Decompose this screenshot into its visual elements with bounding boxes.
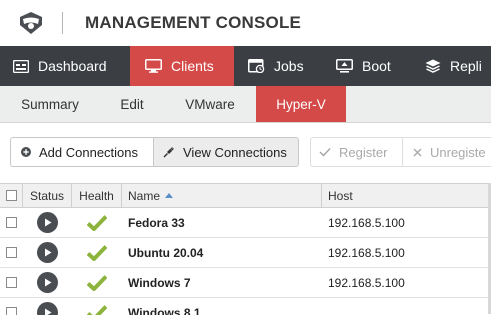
- table-row[interactable]: Windows 7 192.168.5.100: [0, 268, 491, 298]
- table-row[interactable]: Ubuntu 20.04 192.168.5.100: [0, 238, 491, 268]
- status-cell: [23, 238, 72, 267]
- dashboard-icon: [13, 60, 29, 73]
- row-checkbox[interactable]: [6, 277, 17, 288]
- health-check-icon: [87, 305, 107, 315]
- client-host: [322, 298, 491, 315]
- monitor-icon: [145, 59, 162, 73]
- health-cell: [72, 298, 122, 315]
- nav-dashboard[interactable]: Dashboard: [0, 46, 130, 86]
- play-icon[interactable]: [37, 242, 58, 263]
- logo-icon: [18, 11, 44, 35]
- table-row[interactable]: Fedora 33 192.168.5.100: [0, 208, 491, 238]
- nav-boot-label: Boot: [362, 58, 391, 74]
- row-checkbox[interactable]: [6, 217, 17, 228]
- tab-edit[interactable]: Edit: [100, 86, 164, 122]
- client-host: 192.168.5.100: [322, 268, 491, 297]
- table-row[interactable]: Windows 8.1: [0, 298, 491, 315]
- add-connections-label: Add Connections: [39, 145, 138, 160]
- health-check-icon: [87, 215, 107, 231]
- add-connections-button[interactable]: Add Connections: [10, 137, 153, 167]
- nav-dashboard-label: Dashboard: [38, 58, 107, 74]
- header-select-cell: [0, 184, 23, 207]
- play-icon[interactable]: [37, 212, 58, 233]
- health-cell: [72, 268, 122, 297]
- table-header: Status Health Name Host: [0, 184, 491, 208]
- health-cell: [72, 208, 122, 237]
- sub-nav: Summary Edit VMware Hyper-V: [0, 86, 491, 123]
- plus-icon: [21, 147, 31, 157]
- register-label: Register: [339, 145, 387, 160]
- register-button[interactable]: Register: [310, 137, 402, 167]
- client-name: Fedora 33: [122, 208, 322, 237]
- client-name: Ubuntu 20.04: [122, 238, 322, 267]
- play-icon[interactable]: [37, 272, 58, 293]
- select-all-checkbox[interactable]: [6, 190, 17, 201]
- nav-clients-label: Clients: [171, 58, 214, 74]
- client-name: Windows 8.1: [122, 298, 322, 315]
- column-status[interactable]: Status: [23, 184, 72, 207]
- view-connections-button[interactable]: View Connections: [153, 137, 299, 167]
- column-health[interactable]: Health: [72, 184, 122, 207]
- tab-hyper-v[interactable]: Hyper-V: [256, 86, 346, 122]
- health-check-icon: [87, 245, 107, 261]
- row-select-cell: [0, 238, 23, 267]
- replication-icon: [425, 59, 441, 73]
- nav-replication[interactable]: Repli: [410, 46, 491, 86]
- jobs-icon: [248, 59, 265, 73]
- health-cell: [72, 238, 122, 267]
- plug-icon: [163, 146, 175, 158]
- play-icon[interactable]: [37, 302, 58, 315]
- unregister-button[interactable]: Unregiste: [402, 137, 491, 167]
- status-cell: [23, 208, 72, 237]
- nav-replication-label: Repli: [450, 58, 482, 74]
- health-check-icon: [87, 275, 107, 291]
- tab-summary[interactable]: Summary: [0, 86, 100, 122]
- client-name: Windows 7: [122, 268, 322, 297]
- nav-jobs-label: Jobs: [274, 58, 304, 74]
- client-host: 192.168.5.100: [322, 208, 491, 237]
- status-cell: [23, 298, 72, 315]
- nav-boot[interactable]: Boot: [322, 46, 410, 86]
- check-icon: [319, 147, 331, 157]
- row-select-cell: [0, 268, 23, 297]
- title-divider: [62, 12, 63, 34]
- view-connections-label: View Connections: [183, 145, 287, 160]
- clients-table: Status Health Name Host Fedora 33 192.16…: [0, 183, 491, 315]
- title-bar: MANAGEMENT CONSOLE: [0, 0, 491, 46]
- nav-clients[interactable]: Clients: [130, 46, 234, 86]
- column-name[interactable]: Name: [122, 184, 322, 207]
- boot-icon: [336, 59, 353, 73]
- sort-ascending-icon: [165, 193, 173, 198]
- app-title: MANAGEMENT CONSOLE: [85, 13, 301, 33]
- status-cell: [23, 268, 72, 297]
- row-checkbox[interactable]: [6, 247, 17, 258]
- close-icon: [413, 148, 422, 157]
- unregister-label: Unregiste: [430, 145, 486, 160]
- column-host[interactable]: Host: [322, 184, 491, 207]
- client-host: 192.168.5.100: [322, 238, 491, 267]
- row-select-cell: [0, 298, 23, 315]
- nav-jobs[interactable]: Jobs: [234, 46, 322, 86]
- main-nav: Dashboard Clients Jobs Boot Repli: [0, 46, 491, 86]
- row-select-cell: [0, 208, 23, 237]
- column-name-label: Name: [128, 189, 160, 203]
- tab-vmware[interactable]: VMware: [164, 86, 256, 122]
